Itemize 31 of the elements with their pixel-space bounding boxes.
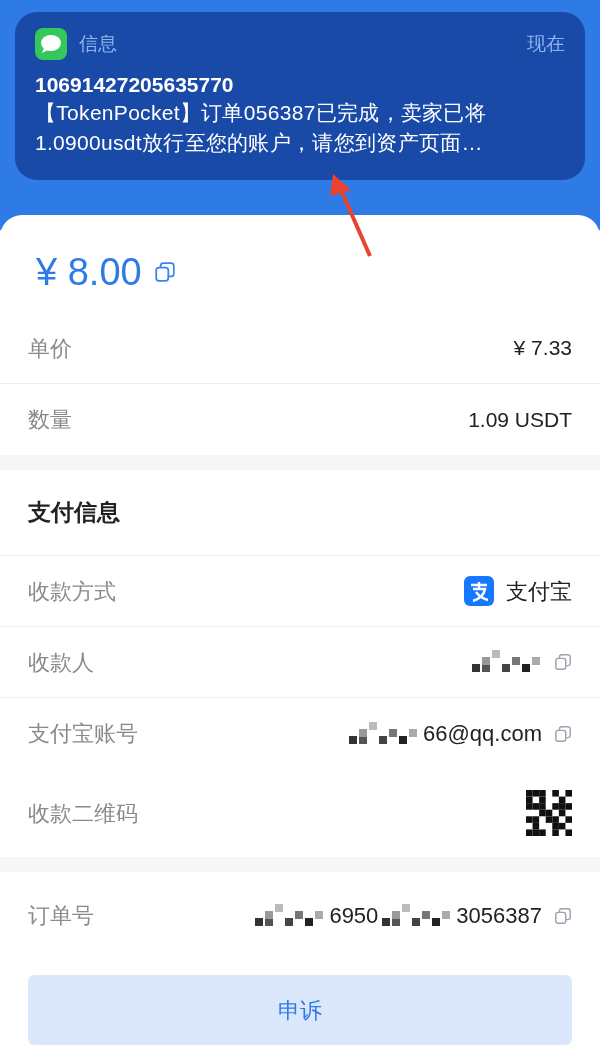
row-label: 支付宝账号 xyxy=(28,720,138,748)
notification-card[interactable]: 信息 现在 10691427205635770 【TokenPocket】订单056387已完成，卖家已将1.0900usdt放行至您的账户，请您到资产页面… xyxy=(15,12,585,180)
qr-code-icon[interactable] xyxy=(526,790,572,836)
sender-number: 10691427205635770 xyxy=(35,72,235,98)
mosaic-icon xyxy=(472,650,542,674)
row-value: 1.09 USDT xyxy=(468,406,572,433)
app-name: 信息 xyxy=(79,31,117,56)
row-label: 数量 xyxy=(28,406,72,434)
copy-icon[interactable] xyxy=(554,906,572,925)
row-label: 收款二维码 xyxy=(28,799,138,828)
mosaic-icon xyxy=(382,903,453,928)
row-label: 订单号 xyxy=(28,902,94,930)
copy-icon[interactable] xyxy=(554,653,572,671)
mosaic-icon xyxy=(349,721,420,746)
copy-icon[interactable] xyxy=(153,261,176,283)
section-title: 支付信息 xyxy=(28,498,120,528)
row-value: 6950 xyxy=(329,902,379,930)
amount: ¥ 8.00 xyxy=(36,249,142,295)
row-label: 单价 xyxy=(28,334,72,363)
row-value: 66@qq.com xyxy=(423,720,542,748)
row-value: 支付宝 xyxy=(506,577,572,606)
row-value: ¥ 7.33 xyxy=(513,335,572,362)
row-label: 收款人 xyxy=(28,648,94,677)
mosaic-icon xyxy=(255,903,326,928)
alipay-icon xyxy=(464,576,494,606)
copy-icon[interactable] xyxy=(554,724,572,743)
messages-app-icon xyxy=(35,28,67,60)
notification-time: 现在 xyxy=(527,31,565,56)
row-label: 收款方式 xyxy=(28,577,116,606)
row-value: 3056387 xyxy=(456,902,542,930)
notification-message: 【TokenPocket】订单056387已完成，卖家已将1.0900usdt放行至您的账户，请您到资产页面… xyxy=(35,100,487,156)
